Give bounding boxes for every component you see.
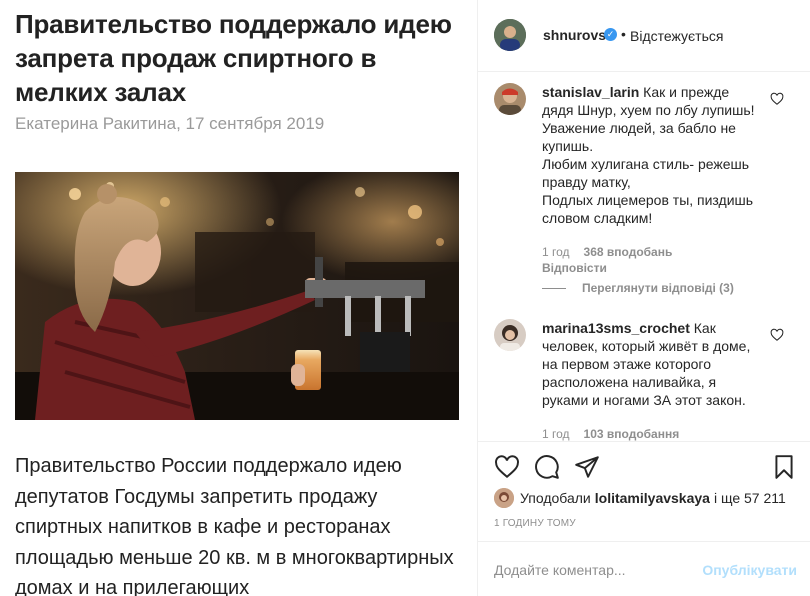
- separator-dot: •: [621, 26, 626, 42]
- liker-avatar[interactable]: [494, 488, 514, 508]
- author-username[interactable]: shnurovs: [543, 27, 606, 43]
- post-header: shnurovs ✓ • Відстежується: [478, 0, 810, 72]
- commenter-username[interactable]: marina13sms_crochet: [542, 320, 690, 336]
- likes-summary: Уподобали lolitamilyavskaya і ще 57 211: [494, 487, 804, 509]
- likes-count[interactable]: і ще 57 211: [714, 490, 786, 506]
- comment-age[interactable]: 1 год: [542, 427, 570, 441]
- author-avatar[interactable]: [494, 19, 526, 51]
- heart-icon[interactable]: [494, 454, 520, 480]
- comment-age[interactable]: 1 год: [542, 245, 570, 259]
- article-title: Правительство поддержало идею запрета пр…: [15, 9, 452, 107]
- article-panel: Правительство поддержало идею запрета пр…: [0, 0, 477, 596]
- article-byline: Екатерина Ракитина, 17 сентября 2019: [15, 114, 325, 133]
- bookmark-icon[interactable]: [771, 454, 797, 480]
- verified-badge-icon: ✓: [604, 28, 617, 41]
- commenter-username[interactable]: stanislav_larin: [542, 84, 639, 100]
- article-photo: [15, 172, 459, 420]
- liker-username[interactable]: lolitamilyavskaya: [595, 490, 710, 506]
- article-body: Правительство России поддержало идею деп…: [15, 455, 454, 596]
- comment-icon[interactable]: [534, 454, 560, 480]
- following-button[interactable]: Відстежується: [630, 28, 723, 44]
- add-comment-bar: Додайте коментар... Опублікувати: [478, 541, 810, 596]
- comment-likes[interactable]: 103 вподобання: [584, 427, 680, 441]
- comment-body: Как и прежде дядя Шнур, хуем по лбу лупи…: [542, 84, 755, 226]
- comment-meta: 1 год 368 вподобань: [542, 245, 672, 259]
- likes-prefix: Уподобали: [520, 490, 591, 506]
- comment-input[interactable]: Додайте коментар...: [494, 562, 626, 578]
- instagram-post-panel: shnurovs ✓ • Відстежується stanislav_lar…: [477, 0, 810, 596]
- post-actions: [478, 441, 810, 489]
- comments-list[interactable]: stanislav_larin Как и прежде дядя Шнур, …: [478, 73, 810, 441]
- commenter-avatar[interactable]: [494, 319, 526, 351]
- comment-likes[interactable]: 368 вподобань: [584, 245, 673, 259]
- view-replies-button[interactable]: Переглянути відповіді (3): [542, 281, 734, 295]
- replies-divider: [542, 287, 566, 289]
- post-timestamp[interactable]: 1 ГОДИНУ ТОМУ: [494, 518, 576, 529]
- comment-text: stanislav_larin Как и прежде дядя Шнур, …: [542, 83, 762, 227]
- comment-text: marina13sms_crochet Как человек, который…: [542, 319, 762, 409]
- heart-icon[interactable]: [770, 328, 784, 342]
- view-replies-label: Переглянути відповіді (3): [582, 281, 734, 295]
- heart-icon[interactable]: [770, 92, 784, 106]
- commenter-avatar[interactable]: [494, 83, 526, 115]
- share-icon[interactable]: [574, 454, 600, 480]
- comment-meta: 1 год 103 вподобання: [542, 427, 679, 441]
- reply-button[interactable]: Відповісти: [542, 261, 607, 275]
- post-comment-button[interactable]: Опублікувати: [702, 562, 797, 578]
